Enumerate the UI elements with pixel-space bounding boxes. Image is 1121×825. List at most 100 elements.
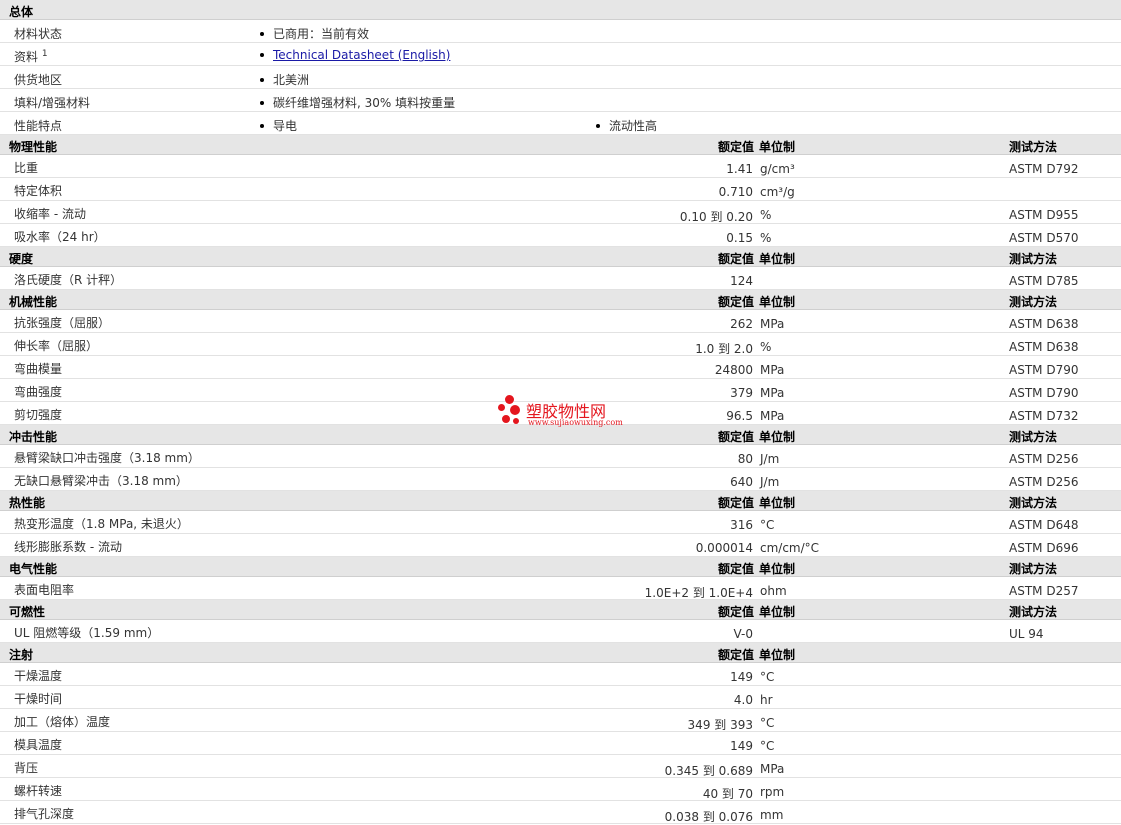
unit-value: MPa [760,409,785,423]
unit-value: % [760,340,772,354]
unit-value: MPa [760,386,785,400]
table-row: 干燥时间 4.0 hr [0,686,1121,709]
field-value: 北美洲 [260,71,309,88]
table-row: 干燥温度 149 °C [0,663,1121,686]
nominal-value: 124 [730,274,753,288]
property-label: 螺杆转速 [14,784,63,798]
table-row: 抗张强度（屈服） 262 MPa ASTM D638 [0,310,1121,333]
unit-value: mm [760,808,784,822]
bullet-icon [260,123,264,128]
column-header-method: 测试方法 [1009,252,1058,266]
test-method: ASTM D732 [1009,409,1079,423]
test-method: ASTM D955 [1009,208,1079,222]
datasheet-link[interactable]: Technical Datasheet (English) [273,48,450,62]
table-row: 螺杆转速 40 到 70 rpm [0,778,1121,801]
column-header-method: 测试方法 [1009,430,1058,444]
field-label: 填料/增强材料 [14,96,91,110]
section-title: 注射 [9,648,34,662]
nominal-value: 1.0E+2 到 1.0E+4 [644,586,753,600]
unit-value: MPa [760,317,785,331]
property-label: 弯曲强度 [14,385,63,399]
general-row-filler: 填料/增强材料 碳纤维增强材料, 30% 填料按重量 [0,89,1121,112]
test-method: ASTM D696 [1009,541,1079,555]
nominal-value: 0.15 [726,231,753,245]
nominal-value: 349 到 393 [687,718,753,732]
property-label: 收缩率 - 流动 [14,207,86,221]
property-label: 特定体积 [14,184,63,198]
section-header-physical: 物理性能 额定值 单位制 测试方法 [0,135,1121,155]
test-method: ASTM D790 [1009,363,1079,377]
nominal-value: 149 [730,739,753,753]
nominal-value: V-0 [733,627,753,641]
section-title: 硬度 [9,252,34,266]
column-header-nominal: 额定值 [717,252,754,266]
unit-value: cm/cm/°C [760,541,820,555]
section-header-injection: 注射 额定值 单位制 [0,643,1121,663]
section-header-electrical: 电气性能 额定值 单位制 测试方法 [0,557,1121,577]
unit-value: g/cm³ [760,162,795,176]
unit-value: ohm [760,584,787,598]
test-method: ASTM D570 [1009,231,1079,245]
column-header-unit: 单位制 [759,252,796,266]
field-value: 导电 [260,117,297,134]
unit-value: % [760,231,772,245]
test-method: ASTM D638 [1009,317,1079,331]
unit-value: J/m [760,475,780,489]
nominal-value: 1.41 [726,162,753,176]
column-header-unit: 单位制 [759,496,796,510]
column-header-nominal: 额定值 [717,562,754,576]
property-label: 吸水率（24 hr） [14,230,106,244]
column-header-unit: 单位制 [759,605,796,619]
section-title: 物理性能 [9,140,58,154]
property-label: 模具温度 [14,738,63,752]
test-method: ASTM D256 [1009,452,1079,466]
property-label: 加工（熔体）温度 [14,715,111,729]
section-title: 电气性能 [9,562,58,576]
property-label: 背压 [14,761,39,775]
nominal-value: 96.5 [726,409,753,423]
test-method: ASTM D256 [1009,475,1079,489]
test-method: ASTM D257 [1009,584,1079,598]
column-header-nominal: 额定值 [717,648,754,662]
field-value: Technical Datasheet (English) [260,48,450,62]
bullet-icon [596,123,600,128]
unit-value: MPa [760,363,785,377]
nominal-value: 316 [730,518,753,532]
bullet-icon [260,31,264,36]
test-method: ASTM D785 [1009,274,1079,288]
property-label: 干燥时间 [14,692,63,706]
test-method: ASTM D792 [1009,162,1079,176]
property-label: 表面电阻率 [14,583,75,597]
column-header-method: 测试方法 [1009,295,1058,309]
property-label: 悬臂梁缺口冲击强度（3.18 mm） [14,451,200,465]
field-value: 碳纤维增强材料, 30% 填料按重量 [260,94,455,111]
unit-value: rpm [760,785,785,799]
column-header-unit: 单位制 [759,648,796,662]
test-method: ASTM D638 [1009,340,1079,354]
table-row: 洛氏硬度（R 计秤） 124 ASTM D785 [0,267,1121,290]
property-label: 剪切强度 [14,408,63,422]
field-label: 资料 1 [14,49,48,64]
column-header-nominal: 额定值 [717,496,754,510]
test-method: ASTM D790 [1009,386,1079,400]
nominal-value: 149 [730,670,753,684]
table-row: UL 阻燃等级（1.59 mm） V-0 UL 94 [0,620,1121,643]
section-title: 机械性能 [9,295,58,309]
column-header-unit: 单位制 [759,140,796,154]
nominal-value: 80 [737,452,753,466]
column-header-method: 测试方法 [1009,140,1058,154]
table-row: 背压 0.345 到 0.689 MPa [0,755,1121,778]
column-header-unit: 单位制 [759,430,796,444]
nominal-value: 0.345 到 0.689 [664,764,753,778]
general-row-region: 供货地区 北美洲 [0,66,1121,89]
unit-value: cm³/g [760,185,795,199]
section-header-flammability: 可燃性 额定值 单位制 测试方法 [0,600,1121,620]
field-label: 供货地区 [14,73,63,87]
column-header-unit: 单位制 [759,295,796,309]
nominal-value: 1.0 到 2.0 [695,342,753,356]
unit-value: % [760,208,772,222]
watermark-url: www.sujiaowuxing.com [528,418,623,427]
property-label: 弯曲模量 [14,362,63,376]
nominal-value: 640 [730,475,753,489]
nominal-value: 0.038 到 0.076 [664,810,753,824]
